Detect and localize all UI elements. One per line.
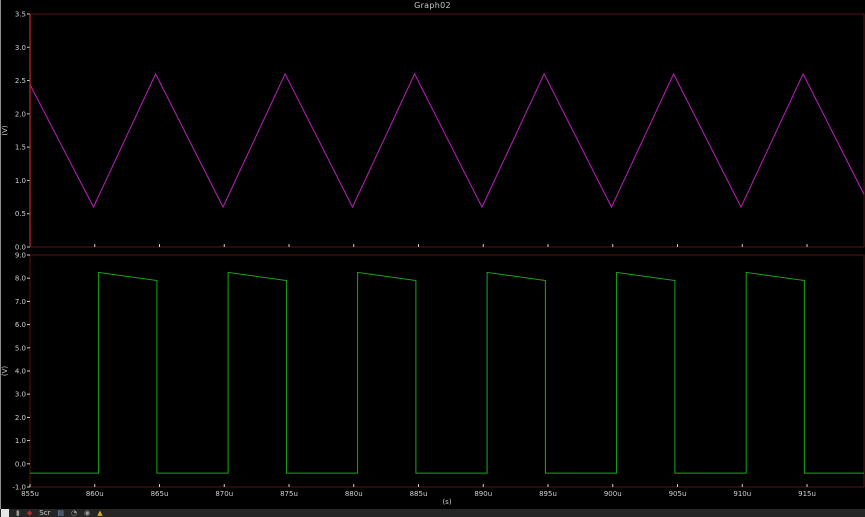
x-tick-label: 910u [733,490,751,498]
y-tick-label: 2.0 [15,414,26,422]
x-tick-label: 855u [21,490,39,498]
square-panel-border [29,254,865,488]
square-wave-trace [30,271,864,474]
graph-canvas: 0.00.51.01.52.02.53.03.5(V)-1.00.01.02.0… [1,11,865,506]
y-tick-label: 0.0 [15,244,26,252]
x-tick-label: 890u [474,490,492,498]
square-panel-y-axis-label: (V) [1,366,9,377]
app-window-icon[interactable]: ▮ [16,509,20,517]
x-tick-label: 860u [86,490,104,498]
y-tick-label: 3.5 [15,11,26,19]
y-tick-label: 8.0 [15,275,26,283]
y-tick-label: 1.5 [15,144,26,152]
y-tick-label: 0.0 [15,460,26,468]
y-tick-label: 9.0 [15,252,26,260]
x-tick-label: 865u [151,490,169,498]
x-tick-label: 915u [798,490,816,498]
save-icon[interactable]: ▤ [57,509,64,517]
logo-icon[interactable]: ◆ [27,509,32,517]
x-tick-label: 880u [345,490,363,498]
x-tick-label: 875u [280,490,298,498]
x-tick-label: 895u [539,490,557,498]
y-tick-label: 4.0 [15,368,26,376]
x-tick-label: 870u [215,490,233,498]
y-tick-label: 3.0 [15,391,26,399]
triangle-panel-border [29,13,865,248]
y-tick-label: 5.0 [15,344,26,352]
y-tick-label: 0.5 [15,210,26,218]
x-tick-label: 885u [410,490,428,498]
x-axis-label: (s) [442,498,451,506]
scr-label[interactable]: Scr [39,509,50,517]
warning-icon[interactable]: ▲ [97,509,102,517]
x-tick-label: 900u [604,490,622,498]
taskbar[interactable]: ▮ ◆ Scr ▤ ◔ ◉ ▲ [0,509,865,517]
y-tick-label: 1.0 [15,437,26,445]
triangle-wave-trace [29,72,865,209]
y-tick-label: 2.0 [15,110,26,118]
y-tick-label: 7.0 [15,298,26,306]
clock-icon[interactable]: ◔ [71,509,77,517]
taskbar-corner-button[interactable] [1,509,9,517]
y-tick-label: 2.5 [15,77,26,85]
y-tick-label: 1.0 [15,177,26,185]
triangle-panel-y-axis-label: (V) [1,125,9,136]
y-tick-label: 3.0 [15,44,26,52]
y-tick-label: 6.0 [15,321,26,329]
x-tick-label: 905u [669,490,687,498]
info-icon[interactable]: ◉ [84,509,90,517]
